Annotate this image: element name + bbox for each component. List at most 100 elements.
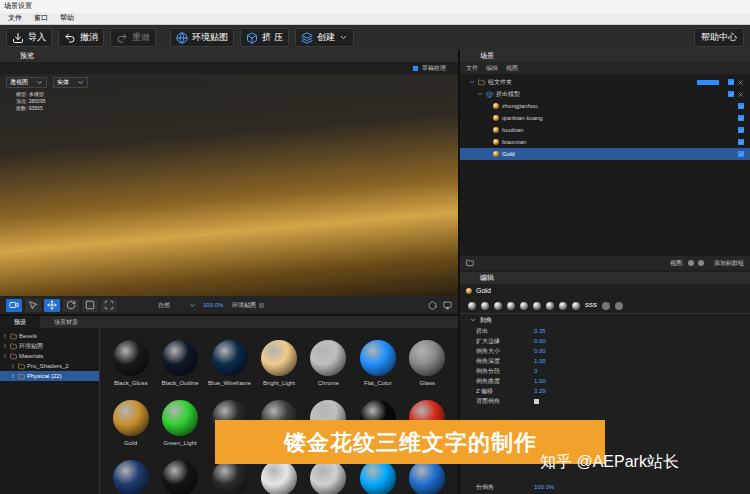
menu-item[interactable]: 窗口 bbox=[34, 13, 48, 24]
library-tab[interactable]: 预设 bbox=[0, 316, 40, 328]
help-button[interactable]: 帮助中心 bbox=[694, 28, 744, 48]
property-value[interactable]: 3.29 bbox=[534, 387, 546, 396]
folder-icon[interactable] bbox=[466, 259, 474, 267]
property-checkbox[interactable] bbox=[534, 399, 539, 404]
material-item[interactable]: Chrome bbox=[304, 340, 353, 400]
material-item[interactable] bbox=[304, 460, 353, 494]
property-row: 倒角分段3 bbox=[476, 366, 690, 376]
property-tab-icon[interactable] bbox=[494, 302, 502, 310]
remove-icon[interactable] bbox=[737, 91, 744, 98]
property-value[interactable]: 3 bbox=[534, 367, 537, 376]
property-tab-icon[interactable] bbox=[507, 302, 515, 310]
material-item[interactable]: Blue_Wireframe bbox=[205, 340, 254, 400]
material-ball bbox=[409, 460, 445, 494]
material-item[interactable] bbox=[106, 460, 155, 494]
material-item[interactable]: Bright_Light bbox=[254, 340, 303, 400]
editor-icon-row: SSS bbox=[460, 298, 750, 314]
library-tree-item[interactable]: Physical (22) bbox=[0, 371, 99, 381]
tool-button[interactable] bbox=[101, 299, 117, 312]
material-item[interactable] bbox=[403, 460, 452, 494]
material-item[interactable]: Black_Outline bbox=[155, 340, 204, 400]
property-tab-icon[interactable] bbox=[533, 302, 541, 310]
scene-tree-item[interactable]: houbian bbox=[460, 124, 750, 136]
menu-item[interactable]: 文件 bbox=[8, 13, 22, 24]
visible-checkbox[interactable] bbox=[728, 91, 734, 97]
library-tree-item[interactable]: 环境贴图 bbox=[0, 341, 99, 351]
material-item[interactable] bbox=[254, 460, 303, 494]
monitor-icon[interactable] bbox=[443, 301, 452, 310]
menu-item[interactable]: 帮助 bbox=[60, 13, 74, 24]
scene-menu-item[interactable]: 视图 bbox=[506, 64, 518, 73]
tool-button[interactable] bbox=[25, 299, 41, 312]
scene-tree-item[interactable]: zhongjianhou bbox=[460, 100, 750, 112]
gear-icon[interactable] bbox=[615, 302, 623, 310]
tool-button[interactable] bbox=[6, 299, 22, 312]
toolbar-button[interactable]: 创建 bbox=[295, 28, 354, 48]
toolbar-button[interactable]: 重做 bbox=[110, 28, 156, 48]
expand-icon bbox=[470, 317, 476, 323]
property-tab-icon[interactable] bbox=[602, 302, 610, 310]
toolbar-button[interactable]: 环境贴图 bbox=[170, 28, 234, 48]
draft-checkbox[interactable] bbox=[413, 66, 418, 71]
material-label: Blue_Wireframe bbox=[208, 379, 251, 388]
add-to-group[interactable]: 添加到群组 bbox=[714, 259, 744, 268]
property-value[interactable]: 100.0% bbox=[534, 483, 554, 492]
library-tree-item[interactable]: Pro_Shaders_2 bbox=[0, 361, 99, 371]
scene-menu-item[interactable]: 文件 bbox=[466, 64, 478, 73]
dropdown-icon bbox=[77, 79, 84, 86]
property-value[interactable]: 1.00 bbox=[534, 357, 546, 366]
view-dropdown[interactable]: 透视图 bbox=[6, 77, 47, 88]
property-tab-icon[interactable] bbox=[481, 302, 489, 310]
property-value[interactable]: 1.00 bbox=[534, 377, 546, 386]
shading-dropdown[interactable]: 实体 bbox=[53, 77, 88, 88]
scene-tree-item[interactable]: 组文件夹 bbox=[460, 76, 750, 88]
visible-checkbox[interactable] bbox=[738, 103, 744, 109]
hexagon-icon[interactable] bbox=[428, 301, 437, 310]
view-icon[interactable] bbox=[698, 260, 704, 266]
material-item[interactable]: Green_Light bbox=[155, 400, 204, 460]
property-value[interactable]: 0.00 bbox=[534, 347, 546, 356]
view-icon[interactable] bbox=[688, 260, 694, 266]
scene-menu-item[interactable]: 编辑 bbox=[486, 64, 498, 73]
property-value[interactable]: 0.00 bbox=[534, 337, 546, 346]
visible-checkbox[interactable] bbox=[738, 127, 744, 133]
toolbar-button[interactable]: 导入 bbox=[6, 28, 52, 48]
undo-icon bbox=[64, 32, 76, 44]
material-item[interactable]: Glass bbox=[403, 340, 452, 400]
tool-button[interactable] bbox=[44, 299, 60, 312]
library-tree-item[interactable]: Materials bbox=[0, 351, 99, 361]
scene-tree-item[interactable]: biaomian bbox=[460, 136, 750, 148]
toolbar-button[interactable]: 撤消 bbox=[58, 28, 104, 48]
property-tab-icon[interactable] bbox=[468, 302, 476, 310]
material-item[interactable] bbox=[155, 460, 204, 494]
scene-tree-item[interactable]: 挤出模型 bbox=[460, 88, 750, 100]
material-item[interactable]: Flat_Color bbox=[353, 340, 402, 400]
lighting-dropdown[interactable]: 自然 bbox=[140, 301, 196, 310]
dropdown-icon bbox=[189, 302, 196, 309]
scene-tree-item[interactable]: Gold bbox=[460, 148, 750, 160]
scene-tree-item[interactable]: qianbian kuang bbox=[460, 112, 750, 124]
visible-checkbox[interactable] bbox=[738, 139, 744, 145]
tool-button[interactable] bbox=[63, 299, 79, 312]
env-checkbox[interactable] bbox=[259, 303, 264, 308]
remove-icon[interactable] bbox=[737, 79, 744, 86]
viewport[interactable]: 透视图实体模型: 多模型顶点: 280095面数: 93565 bbox=[0, 74, 458, 296]
material-item[interactable] bbox=[205, 460, 254, 494]
property-tab-icon[interactable] bbox=[546, 302, 554, 310]
visible-checkbox[interactable] bbox=[738, 151, 744, 157]
library-tree-item[interactable]: Bevels bbox=[0, 331, 99, 341]
tool-button[interactable] bbox=[82, 299, 98, 312]
property-tab-icon[interactable] bbox=[559, 302, 567, 310]
material-item[interactable]: Gold bbox=[106, 400, 155, 460]
material-item[interactable] bbox=[353, 460, 402, 494]
property-tab-icon[interactable] bbox=[520, 302, 528, 310]
group-toggle[interactable] bbox=[697, 80, 719, 85]
property-tab-icon[interactable] bbox=[572, 302, 580, 310]
material-item[interactable]: Black_Gloss bbox=[106, 340, 155, 400]
toolbar-button[interactable]: 挤 压 bbox=[240, 28, 289, 48]
library-tab[interactable]: 场景材质 bbox=[40, 316, 92, 328]
sss-tab[interactable]: SSS bbox=[585, 301, 597, 310]
visible-checkbox[interactable] bbox=[738, 115, 744, 121]
visible-checkbox[interactable] bbox=[728, 79, 734, 85]
property-value[interactable]: 0.35 bbox=[534, 327, 546, 336]
